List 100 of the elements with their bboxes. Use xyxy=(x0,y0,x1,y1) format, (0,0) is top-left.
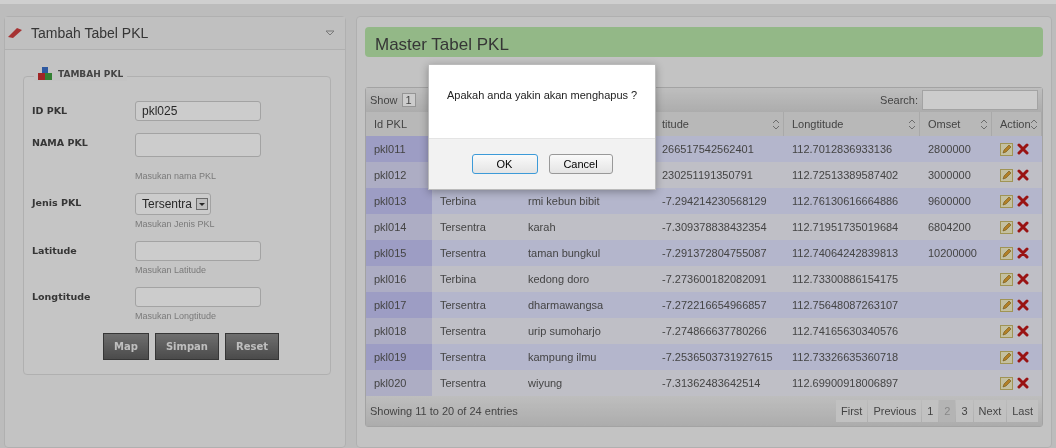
table-cell: pkl016 xyxy=(366,266,432,292)
table-cell: dharmawangsa xyxy=(520,292,654,318)
sort-icon xyxy=(1031,119,1037,129)
table-cell: -7.309378838432354 xyxy=(654,214,784,240)
table-cell: pkl020 xyxy=(366,370,432,396)
field-label: Latitude xyxy=(32,244,78,258)
table-cell: 230251191350791 xyxy=(654,162,784,188)
field-hint: Masukan Latitude xyxy=(135,265,208,275)
table-cell: 266517542562401 xyxy=(654,136,784,162)
column-header[interactable]: Action xyxy=(992,112,1042,136)
input-field[interactable]: pkl025 xyxy=(135,101,261,121)
delete-icon[interactable] xyxy=(1017,325,1029,337)
column-header[interactable]: Omset xyxy=(920,112,992,136)
panel-title: Tambah Tabel PKL xyxy=(31,25,150,41)
delete-icon[interactable] xyxy=(1017,377,1029,389)
pencil-icon[interactable] xyxy=(1000,298,1013,312)
field-hint: Masukan Jenis PKL xyxy=(135,219,216,229)
table-cell: Tersentra xyxy=(432,318,520,344)
delete-icon[interactable] xyxy=(1017,247,1029,259)
page-button[interactable]: Previous xyxy=(868,400,922,422)
table-cell: Tersentra xyxy=(432,344,520,370)
table-cell: -7.274866637780266 xyxy=(654,318,784,344)
pencil-icon[interactable] xyxy=(1000,324,1013,338)
entries-info: Showing 11 to 20 of 24 entries xyxy=(370,405,518,417)
field-hint: Masukan Longtitude xyxy=(135,311,218,321)
field-label: Jenis PKL xyxy=(32,196,83,210)
pencil-icon[interactable] xyxy=(1000,350,1013,364)
column-header[interactable]: titude xyxy=(654,112,784,136)
input-field[interactable] xyxy=(135,133,261,157)
dialog-button[interactable]: Cancel xyxy=(548,154,613,174)
table-cell: 112.7012836933136 xyxy=(784,136,920,162)
delete-icon[interactable] xyxy=(1017,299,1029,311)
page-button[interactable]: 3 xyxy=(956,400,973,422)
table-cell: 112.73326635360718 xyxy=(784,344,920,370)
table-cell: rmi kebun bibit xyxy=(520,188,654,214)
table-cell: -7.272216654966857 xyxy=(654,292,784,318)
field-hint: Masukan nama PKL xyxy=(135,171,218,181)
pencil-icon[interactable] xyxy=(1000,168,1013,182)
pencil-icon[interactable] xyxy=(1000,194,1013,208)
pencil-icon[interactable] xyxy=(1000,272,1013,286)
input-field[interactable] xyxy=(135,287,261,307)
pencil-icon[interactable] xyxy=(1000,220,1013,234)
table-cell: 112.69900918006897 xyxy=(784,370,920,396)
table-cell: 112.73300886154175 xyxy=(784,266,920,292)
blocks-icon xyxy=(38,67,52,81)
sort-icon xyxy=(773,119,779,129)
table-cell: 3000000 xyxy=(920,162,992,188)
delete-icon[interactable] xyxy=(1017,169,1029,181)
caret-icon xyxy=(196,198,209,210)
table-cell: wiyung xyxy=(520,370,654,396)
form-button[interactable]: Reset xyxy=(224,333,279,360)
page-button[interactable]: Last xyxy=(1007,400,1038,422)
table-cell: pkl018 xyxy=(366,318,432,344)
pencil-icon[interactable] xyxy=(1000,376,1013,390)
delete-icon[interactable] xyxy=(1017,273,1029,285)
eraser-icon xyxy=(7,27,23,39)
table-cell: 6804200 xyxy=(920,214,992,240)
table-cell: Tersentra xyxy=(432,214,520,240)
table-cell: Tersentra xyxy=(432,240,520,266)
show-label: Show xyxy=(370,94,398,106)
page-button[interactable]: First xyxy=(836,400,868,422)
table-cell: -7.2536503731927615 xyxy=(654,344,784,370)
sort-icon xyxy=(909,119,915,129)
delete-icon[interactable] xyxy=(1017,351,1029,363)
page-button[interactable]: 1 xyxy=(922,400,939,422)
table-cell: -7.31362483642514 xyxy=(654,370,784,396)
table-cell: 112.75648087263107 xyxy=(784,292,920,318)
column-header[interactable]: Longtitude xyxy=(784,112,920,136)
page-size-select[interactable]: 1 xyxy=(401,93,416,107)
dialog-button[interactable]: OK xyxy=(471,154,538,174)
input-field[interactable] xyxy=(135,241,261,261)
table-cell: kedong doro xyxy=(520,266,654,292)
select-field[interactable]: Tersentra xyxy=(135,193,212,215)
sort-icon xyxy=(981,119,987,129)
table-cell: Terbina xyxy=(432,266,520,292)
table-cell: -7.273600182082091 xyxy=(654,266,784,292)
table-cell: karah xyxy=(520,214,654,240)
collapse-icon[interactable] xyxy=(325,30,335,36)
table-cell: pkl015 xyxy=(366,240,432,266)
delete-icon[interactable] xyxy=(1017,143,1029,155)
form-button[interactable]: Map xyxy=(103,333,149,360)
page-button[interactable]: Next xyxy=(973,400,1007,422)
search-field[interactable] xyxy=(922,90,1038,110)
table-cell: kampung ilmu xyxy=(520,344,654,370)
table-cell: Tersentra xyxy=(432,370,520,396)
table-cell: urip sumoharjo xyxy=(520,318,654,344)
pencil-icon[interactable] xyxy=(1000,142,1013,156)
table-cell: 112.74064242839813 xyxy=(784,240,920,266)
dialog-message: Apakah anda yakin akan menghapus ? xyxy=(446,88,639,103)
pencil-icon[interactable] xyxy=(1000,246,1013,260)
table-cell: 9600000 xyxy=(920,188,992,214)
delete-icon[interactable] xyxy=(1017,195,1029,207)
table-cell: 112.76130616664886 xyxy=(784,188,920,214)
form-button[interactable]: Simpan xyxy=(154,333,219,360)
table-cell: pkl013 xyxy=(366,188,432,214)
field-label: NAMA PKL xyxy=(32,136,89,150)
table-cell: pkl017 xyxy=(366,292,432,318)
table-cell: 2800000 xyxy=(920,136,992,162)
delete-icon[interactable] xyxy=(1017,221,1029,233)
fieldset-legend: TAMBAH PKL xyxy=(58,69,124,79)
